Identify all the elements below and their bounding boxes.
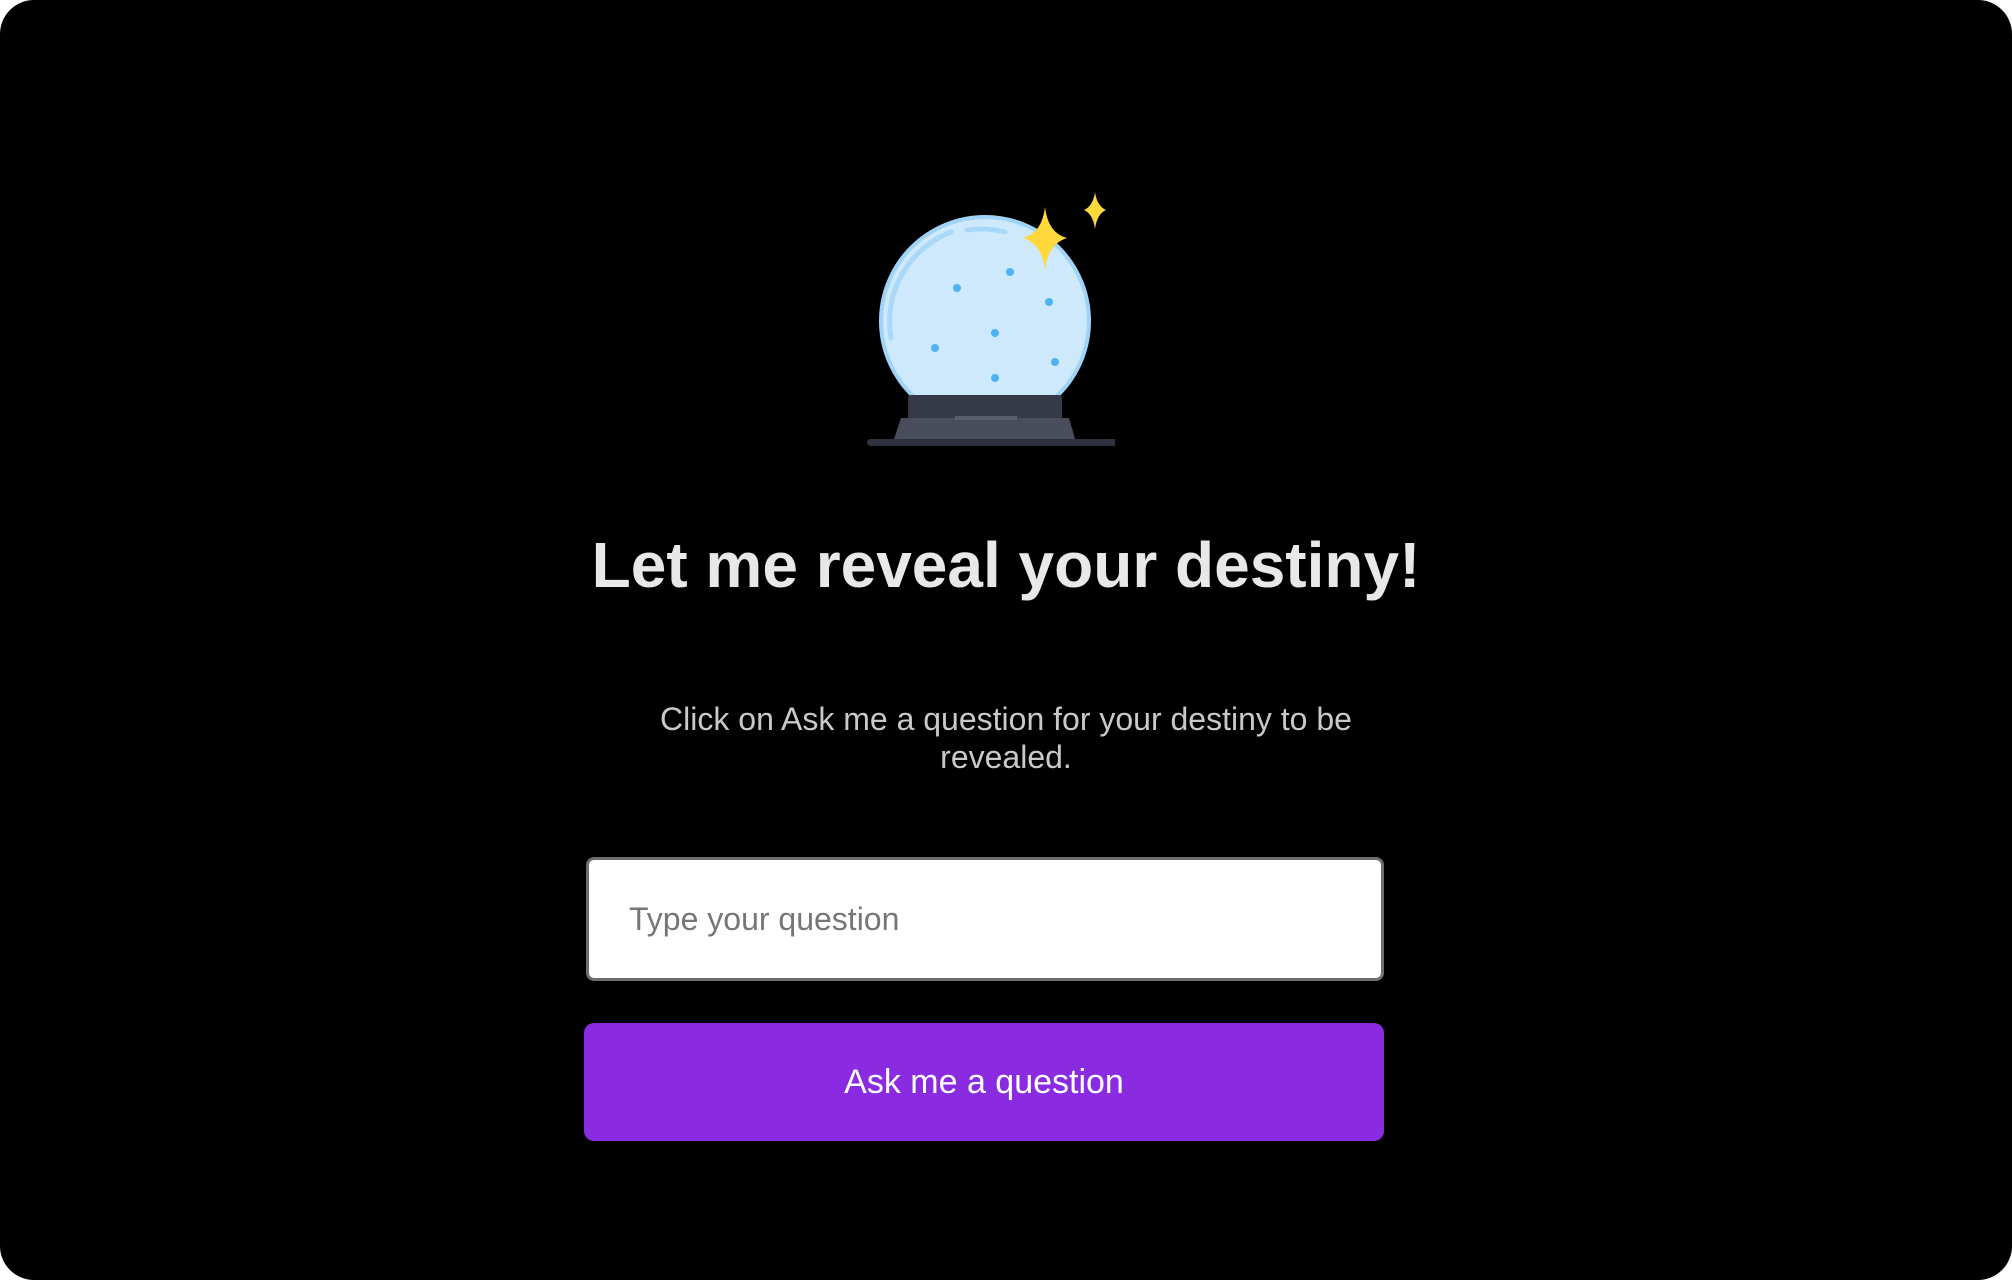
- ask-question-button[interactable]: Ask me a question: [584, 1023, 1384, 1141]
- page-subtitle: Click on Ask me a question for your dest…: [660, 701, 1352, 775]
- app-window: Let me reveal your destiny! Click on Ask…: [0, 0, 2012, 1280]
- crystal-ball-icon: [867, 192, 1115, 446]
- page-title: Let me reveal your destiny!: [591, 529, 1421, 601]
- main-content: Let me reveal your destiny! Click on Ask…: [0, 0, 2012, 1280]
- question-input[interactable]: [586, 857, 1384, 981]
